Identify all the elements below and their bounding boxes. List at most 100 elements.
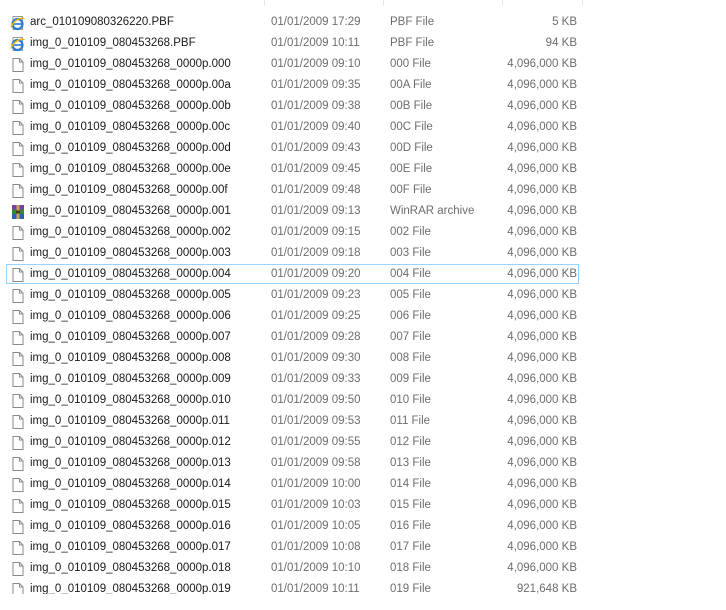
- file-type: 00F File: [390, 184, 432, 196]
- file-row[interactable]: img_0_010109_080453268_0000p.018 01/01/20…: [6, 558, 579, 578]
- file-row[interactable]: img_0_010109_080453268_0000p.008 01/01/20…: [6, 348, 579, 368]
- file-row[interactable]: img_0_010109_080453268_0000p.00e 01/01/20…: [6, 159, 579, 179]
- file-date-modified: 01/01/2009 09:20: [271, 268, 361, 280]
- file-date-modified: 01/01/2009 09:35: [271, 79, 361, 91]
- blank-file-icon: [10, 561, 26, 577]
- file-size: 4,096,000 KB: [507, 121, 577, 133]
- blank-file-icon: [10, 498, 26, 514]
- file-name: img_0_010109_080453268_0000p.00e: [30, 163, 231, 175]
- file-type: PBF File: [390, 37, 435, 49]
- file-type: 009 File: [390, 373, 431, 385]
- file-date-modified: 01/01/2009 09:10: [271, 58, 361, 70]
- file-size: 4,096,000 KB: [507, 205, 577, 217]
- file-row[interactable]: img_0_010109_080453268_0000p.007 01/01/20…: [6, 327, 579, 347]
- file-row[interactable]: img_0_010109_080453268_0000p.00a 01/01/20…: [6, 75, 579, 95]
- file-row[interactable]: img_0_010109_080453268_0000p.011 01/01/20…: [6, 411, 579, 431]
- ie-document-icon: [10, 36, 26, 52]
- file-type: 011 File: [390, 415, 431, 427]
- file-row[interactable]: img_0_010109_080453268.PBF 01/01/2009 10:…: [6, 33, 579, 53]
- blank-file-icon: [10, 477, 26, 493]
- file-name: arc_010109080326220.PBF: [30, 16, 174, 28]
- file-type: 006 File: [390, 310, 431, 322]
- file-type: 018 File: [390, 562, 431, 574]
- file-row[interactable]: img_0_010109_080453268_0000p.005 01/01/20…: [6, 285, 579, 305]
- file-name: img_0_010109_080453268_0000p.002: [30, 226, 231, 238]
- file-date-modified: 01/01/2009 10:03: [271, 499, 361, 511]
- file-row[interactable]: img_0_010109_080453268_0000p.00b 01/01/20…: [6, 96, 579, 116]
- file-name: img_0_010109_080453268_0000p.004: [30, 268, 231, 280]
- file-row[interactable]: img_0_010109_080453268_0000p.013 01/01/20…: [6, 453, 579, 473]
- file-row[interactable]: img_0_010109_080453268_0000p.000 01/01/20…: [6, 54, 579, 74]
- file-row[interactable]: img_0_010109_080453268_0000p.012 01/01/20…: [6, 432, 579, 452]
- file-type: 007 File: [390, 331, 431, 343]
- ie-document-icon: [10, 15, 26, 31]
- file-date-modified: 01/01/2009 09:33: [271, 373, 361, 385]
- file-size: 4,096,000 KB: [507, 184, 577, 196]
- file-type: 019 File: [390, 583, 431, 594]
- file-type: WinRAR archive: [390, 205, 475, 217]
- file-type: 013 File: [390, 457, 431, 469]
- file-name: img_0_010109_080453268_0000p.00d: [30, 142, 231, 154]
- file-name: img_0_010109_080453268_0000p.00f: [30, 184, 228, 196]
- file-row[interactable]: img_0_010109_080453268_0000p.00f 01/01/20…: [6, 180, 579, 200]
- file-type: PBF File: [390, 16, 435, 28]
- file-row[interactable]: img_0_010109_080453268_0000p.016 01/01/20…: [6, 516, 579, 536]
- file-name: img_0_010109_080453268_0000p.013: [30, 457, 231, 469]
- file-row[interactable]: img_0_010109_080453268_0000p.001 01/01/20…: [6, 201, 579, 221]
- blank-file-icon: [10, 435, 26, 451]
- file-date-modified: 01/01/2009 09:58: [271, 457, 361, 469]
- file-row[interactable]: img_0_010109_080453268_0000p.002 01/01/20…: [6, 222, 579, 242]
- file-name: img_0_010109_080453268_0000p.016: [30, 520, 231, 532]
- file-size: 4,096,000 KB: [507, 100, 577, 112]
- file-date-modified: 01/01/2009 10:11: [271, 37, 360, 49]
- file-name: img_0_010109_080453268_0000p.003: [30, 247, 231, 259]
- file-row[interactable]: img_0_010109_080453268_0000p.014 01/01/20…: [6, 474, 579, 494]
- file-size: 4,096,000 KB: [507, 331, 577, 343]
- file-type: 003 File: [390, 247, 431, 259]
- file-row[interactable]: arc_010109080326220.PBF 01/01/2009 17:29 P…: [6, 12, 579, 32]
- file-date-modified: 01/01/2009 09:23: [271, 289, 361, 301]
- file-name: img_0_010109_080453268_0000p.00c: [30, 121, 231, 133]
- column-divider-size: [502, 0, 503, 6]
- file-name: img_0_010109_080453268_0000p.00a: [30, 79, 231, 91]
- file-row[interactable]: img_0_010109_080453268_0000p.00c 01/01/20…: [6, 117, 579, 137]
- file-size: 4,096,000 KB: [507, 394, 577, 406]
- file-size: 4,096,000 KB: [507, 520, 577, 532]
- file-row[interactable]: img_0_010109_080453268_0000p.015 01/01/20…: [6, 495, 579, 515]
- column-divider-type: [383, 0, 384, 6]
- file-row[interactable]: img_0_010109_080453268_0000p.009 01/01/20…: [6, 369, 579, 389]
- file-name: img_0_010109_080453268_0000p.015: [30, 499, 231, 511]
- file-date-modified: 01/01/2009 09:25: [271, 310, 361, 322]
- file-date-modified: 01/01/2009 10:00: [271, 478, 361, 490]
- file-name: img_0_010109_080453268_0000p.001: [30, 205, 231, 217]
- file-date-modified: 01/01/2009 09:15: [271, 226, 361, 238]
- file-size: 4,096,000 KB: [507, 562, 577, 574]
- file-row[interactable]: img_0_010109_080453268_0000p.010 01/01/20…: [6, 390, 579, 410]
- blank-file-icon: [10, 519, 26, 535]
- file-size: 4,096,000 KB: [507, 226, 577, 238]
- file-size: 4,096,000 KB: [507, 58, 577, 70]
- blank-file-icon: [10, 372, 26, 388]
- file-size: 4,096,000 KB: [507, 310, 577, 322]
- file-row[interactable]: img_0_010109_080453268_0000p.017 01/01/20…: [6, 537, 579, 557]
- blank-file-icon: [10, 246, 26, 262]
- file-row[interactable]: img_0_010109_080453268_0000p.019 01/01/20…: [6, 579, 579, 594]
- file-row[interactable]: img_0_010109_080453268_0000p.004 01/01/20…: [6, 264, 579, 284]
- file-date-modified: 01/01/2009 10:11: [271, 583, 360, 594]
- file-date-modified: 01/01/2009 09:30: [271, 352, 361, 364]
- file-size: 4,096,000 KB: [507, 415, 577, 427]
- file-type: 00E File: [390, 163, 433, 175]
- file-name: img_0_010109_080453268_0000p.008: [30, 352, 231, 364]
- file-date-modified: 01/01/2009 09:18: [271, 247, 361, 259]
- file-name: img_0_010109_080453268_0000p.010: [30, 394, 231, 406]
- file-type: 000 File: [390, 58, 431, 70]
- file-row[interactable]: img_0_010109_080453268_0000p.003 01/01/20…: [6, 243, 579, 263]
- file-date-modified: 01/01/2009 10:08: [271, 541, 361, 553]
- column-divider-date: [264, 0, 265, 6]
- file-row[interactable]: img_0_010109_080453268_0000p.00d 01/01/20…: [6, 138, 579, 158]
- file-size: 4,096,000 KB: [507, 163, 577, 175]
- file-name: img_0_010109_080453268_0000p.006: [30, 310, 231, 322]
- file-size: 4,096,000 KB: [507, 436, 577, 448]
- winrar-archive-icon: [10, 204, 26, 220]
- file-row[interactable]: img_0_010109_080453268_0000p.006 01/01/20…: [6, 306, 579, 326]
